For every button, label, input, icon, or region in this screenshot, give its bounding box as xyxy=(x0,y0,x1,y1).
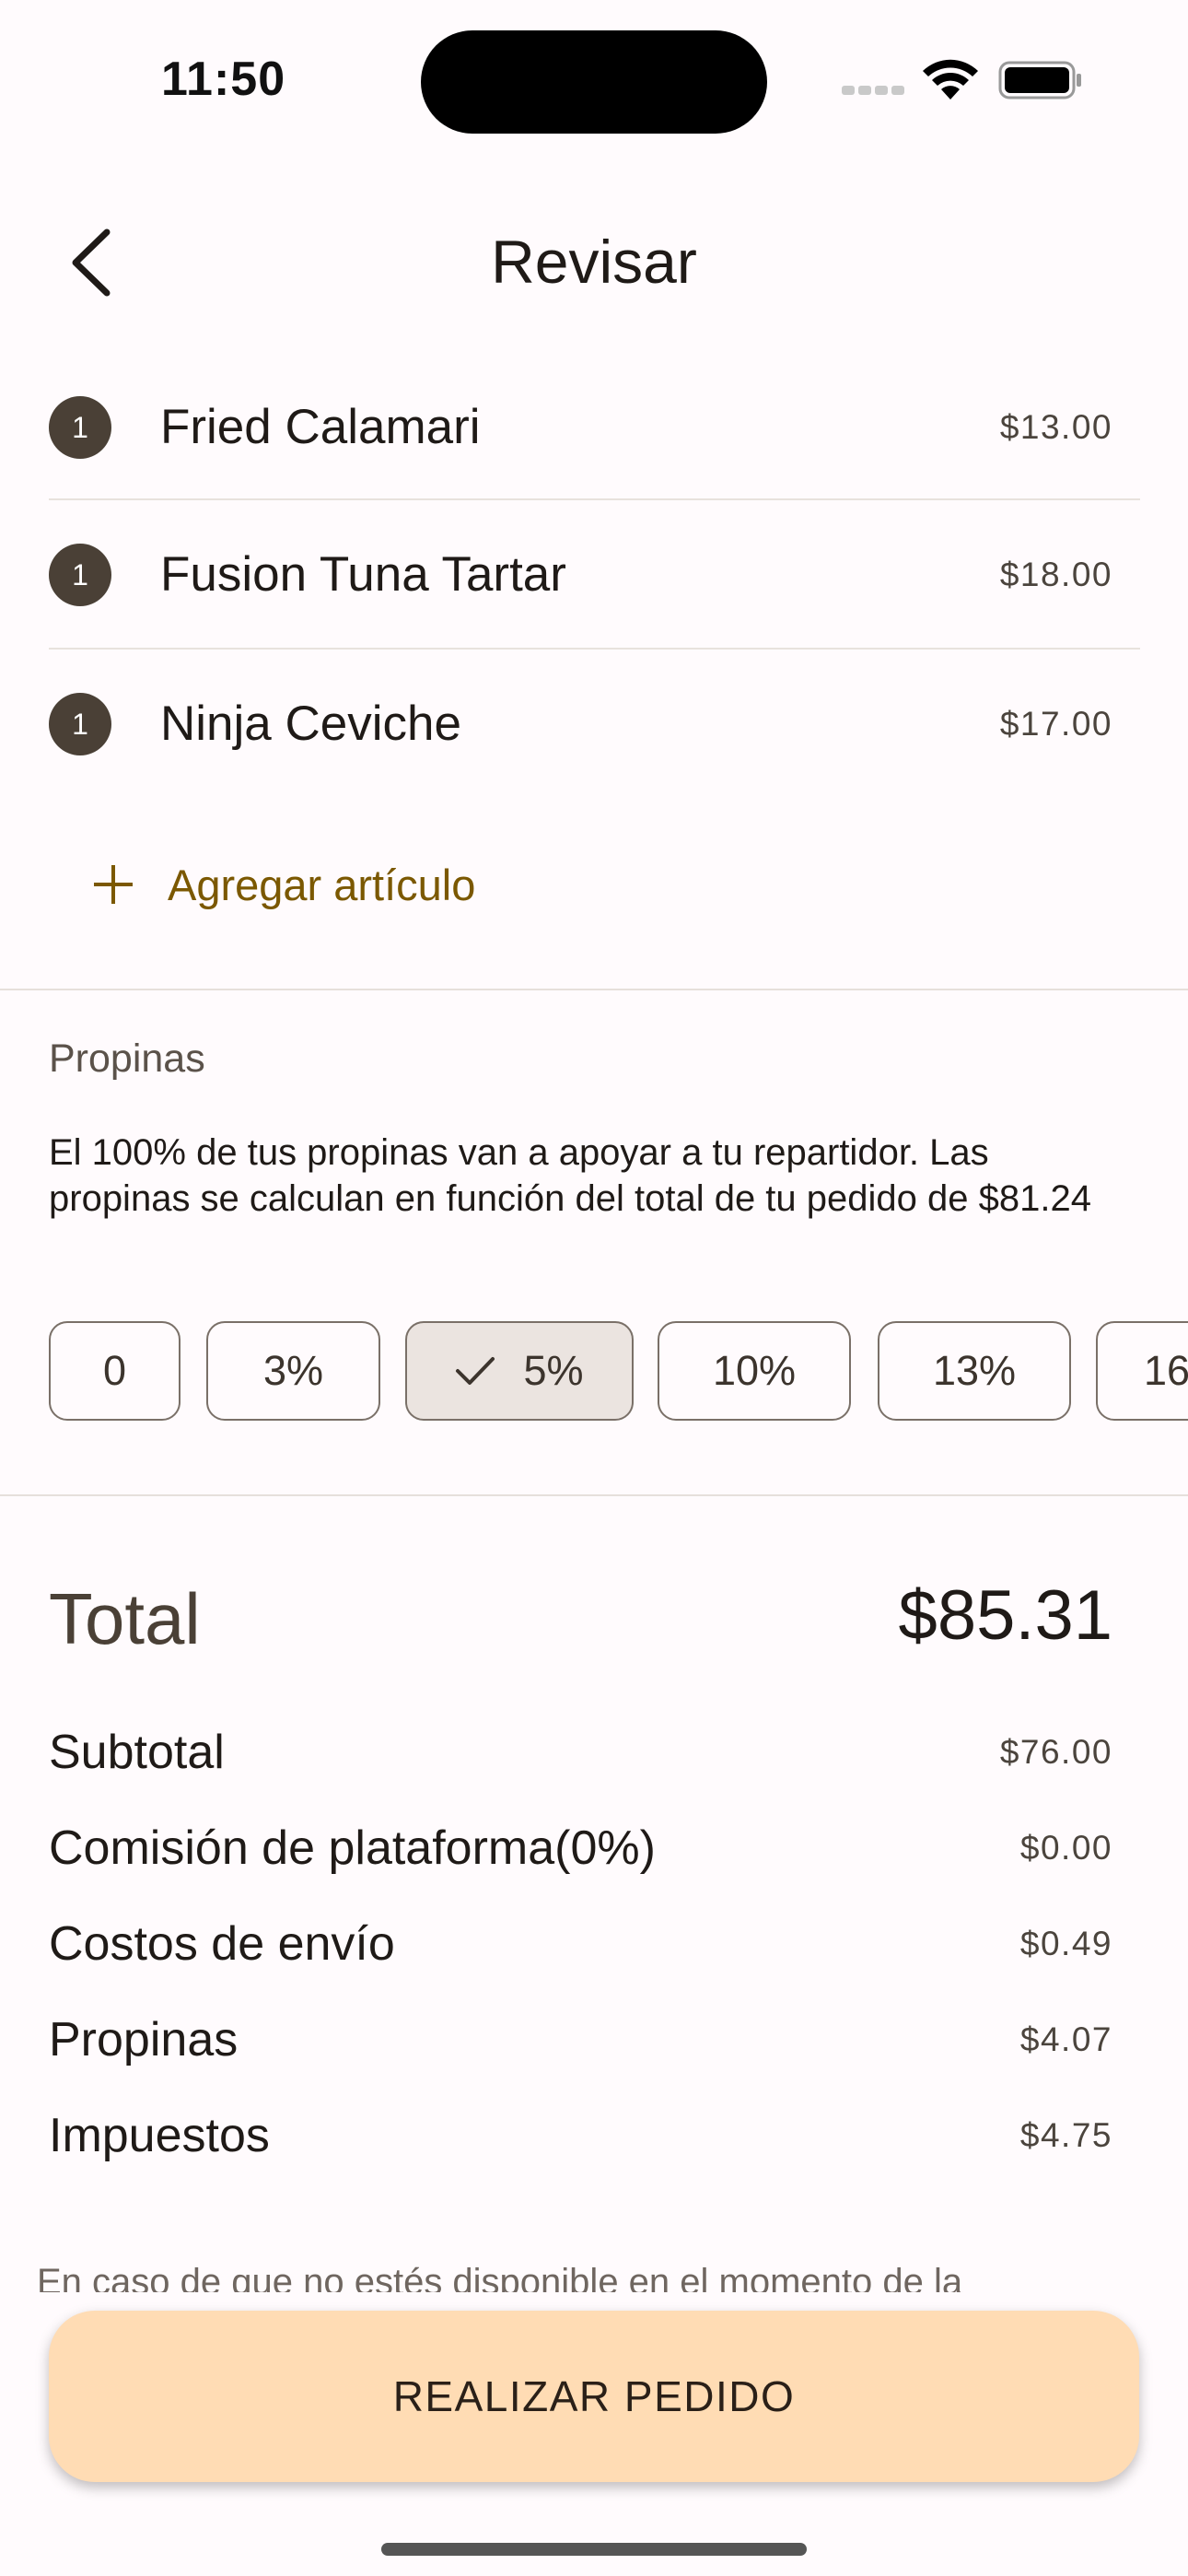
add-item-button[interactable]: Agregar artículo xyxy=(92,848,475,921)
status-time: 11:50 xyxy=(161,53,286,106)
checkmark-icon xyxy=(456,1357,495,1385)
summary-row-value: $0.49 xyxy=(1019,1925,1112,1962)
tip-option-10[interactable]: 10% xyxy=(658,1321,851,1421)
summary-row-label: Subtotal xyxy=(49,1726,225,1779)
summary-row-taxes: Impuestos $4.75 xyxy=(49,2103,1112,2168)
tip-option-label: 0 xyxy=(102,1347,127,1394)
cart-item[interactable]: 1 Ninja Ceviche $17.00 xyxy=(49,650,1140,798)
plus-icon xyxy=(92,863,134,906)
quantity-badge: 1 xyxy=(49,692,111,755)
battery-icon xyxy=(998,61,1081,100)
cart-item[interactable]: 1 Fusion Tuna Tartar $18.00 xyxy=(49,500,1140,649)
summary-row-value: $4.07 xyxy=(1019,2020,1112,2058)
summary-row-value: $4.75 xyxy=(1019,2116,1112,2154)
wifi-icon xyxy=(923,59,978,100)
tip-option-label: 13% xyxy=(932,1347,1017,1394)
dynamic-island xyxy=(421,30,767,134)
summary-row-label: Impuestos xyxy=(49,2109,270,2162)
home-indicator[interactable] xyxy=(381,2543,807,2556)
tips-section-title: Propinas xyxy=(49,1036,205,1081)
cellular-signal-icon xyxy=(842,86,904,97)
item-name: Ninja Ceviche xyxy=(160,696,461,751)
quantity-badge: 1 xyxy=(49,543,111,606)
item-price: $13.00 xyxy=(999,407,1112,446)
summary-row-label: Propinas xyxy=(49,2013,239,2067)
tip-option-5-selected[interactable]: 5% xyxy=(405,1321,634,1421)
tip-option-label: 5% xyxy=(523,1347,584,1394)
item-price: $18.00 xyxy=(999,555,1112,593)
total-value: $85.31 xyxy=(898,1576,1112,1655)
tip-option-0[interactable]: 0 xyxy=(49,1321,181,1421)
tip-option-13[interactable]: 13% xyxy=(878,1321,1071,1421)
delivery-note: En caso de que no estés disponible en el… xyxy=(37,2262,963,2292)
quantity-badge: 1 xyxy=(49,395,111,459)
summary-row-label: Comisión de plataforma(0%) xyxy=(49,1821,656,1875)
section-divider xyxy=(0,989,1188,990)
summary-row-label: Costos de envío xyxy=(49,1917,395,1971)
summary-row-delivery: Costos de envío $0.49 xyxy=(49,1912,1112,1976)
tip-option-3[interactable]: 3% xyxy=(206,1321,380,1421)
tip-option-16[interactable]: 16 xyxy=(1096,1321,1188,1421)
item-name: Fried Calamari xyxy=(160,399,481,454)
summary-row-tips: Propinas $4.07 xyxy=(49,2008,1112,2072)
section-divider xyxy=(0,1494,1188,1496)
tip-option-label: 3% xyxy=(262,1347,324,1394)
summary-row-subtotal: Subtotal $76.00 xyxy=(49,1720,1112,1785)
cart-item[interactable]: 1 Fried Calamari $13.00 xyxy=(49,353,1140,501)
checkout-review-screen: 11:50 Revisar 1 Fried Calamari $13.00 1 … xyxy=(0,0,1188,2576)
summary-row-platform-fee: Comisión de plataforma(0%) $0.00 xyxy=(49,1816,1112,1880)
summary-row-value: $0.00 xyxy=(1019,1829,1112,1867)
tips-description: El 100% de tus propinas van a apoyar a t… xyxy=(49,1132,1091,1219)
add-item-label: Agregar artículo xyxy=(168,860,476,909)
place-order-label: REALIZAR PEDIDO xyxy=(392,2372,796,2420)
summary-row-value: $76.00 xyxy=(999,1733,1112,1771)
item-price: $17.00 xyxy=(999,704,1112,743)
page-title: Revisar xyxy=(491,228,697,296)
total-label: Total xyxy=(49,1578,201,1659)
tip-options: 0 3% 5% 10% 13% 16 xyxy=(49,1321,1188,1421)
tip-option-label: 16 xyxy=(1144,1347,1188,1394)
item-name: Fusion Tuna Tartar xyxy=(160,546,566,602)
tip-option-label: 10% xyxy=(712,1347,797,1394)
place-order-button[interactable]: REALIZAR PEDIDO xyxy=(49,2311,1139,2482)
